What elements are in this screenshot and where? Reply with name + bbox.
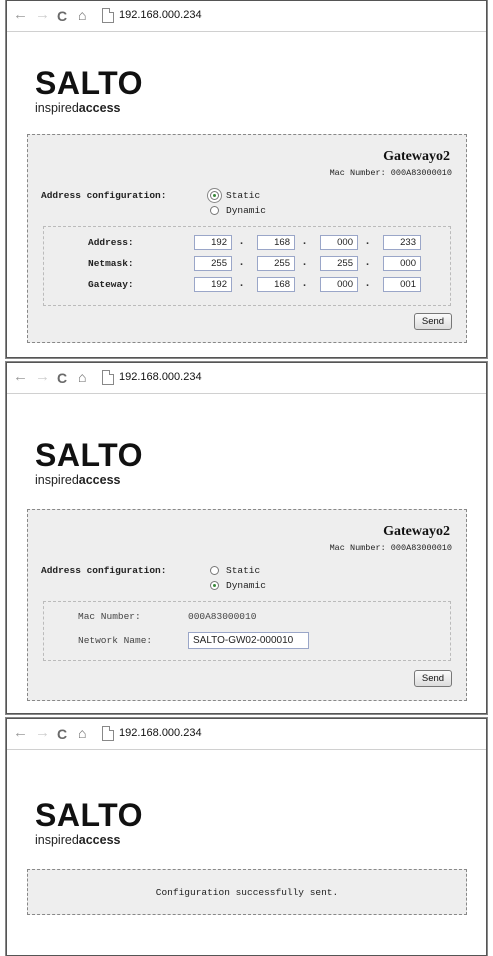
radio-dynamic[interactable]: Dynamic [210,580,266,591]
back-arrow-icon[interactable]: ← [13,724,28,742]
success-panel: Configuration successfully sent. [27,869,467,915]
gateway-octet-1[interactable]: 192 [194,277,232,292]
config-panel: Gatewayo2 Mac Number: 000A83000010 Addre… [27,134,467,343]
success-message: Configuration successfully sent. [155,886,339,898]
config-panel: Gatewayo2 Mac Number: 000A83000010 Addre… [27,509,467,701]
gateway-octet-4[interactable]: 001 [383,277,421,292]
radio-static[interactable]: Static [210,190,260,201]
netmask-octet-1[interactable]: 255 [194,256,232,271]
gateway-octet-3[interactable]: 000 [320,277,358,292]
netmask-octet-4[interactable]: 000 [383,256,421,271]
netmask-octet-3[interactable]: 255 [320,256,358,271]
logo-word: SALTO [35,65,143,101]
address-bar[interactable]: 192.168.000.234 [102,367,202,387]
browser-window-static: ← → C ⌂ 192.168.000.234 SALTO inspiredac… [6,0,487,358]
forward-arrow-icon[interactable]: → [35,6,50,24]
address-config-label: Address configuration: [41,565,167,576]
mac-number-line: Mac Number: 000A83000010 [329,168,452,178]
dot-separator: . [240,277,244,289]
send-button[interactable]: Send [414,670,452,687]
address-octet-4[interactable]: 233 [383,235,421,250]
dot-separator: . [366,235,370,247]
dot-separator: . [303,235,307,247]
network-name-input[interactable]: SALTO-GW02-000010 [188,632,309,649]
logo-tagline: inspiredaccess [35,833,121,847]
dynamic-fields-panel: Mac Number: 000A83000010 Network Name: S… [43,601,451,661]
salto-logo: SALTO inspiredaccess [35,67,143,115]
gateway-label: Gateway: [88,279,134,290]
address-bar[interactable]: 192.168.000.234 [102,5,202,25]
home-icon[interactable]: ⌂ [78,368,86,386]
browser-window-success: ← → C ⌂ 192.168.000.234 SALTO inspiredac… [6,718,487,956]
mac-number-value: 000A83000010 [188,611,257,622]
home-icon[interactable]: ⌂ [78,6,86,24]
back-arrow-icon[interactable]: ← [13,368,28,386]
address-config-label: Address configuration: [41,190,167,201]
home-icon[interactable]: ⌂ [78,724,86,742]
radio-dynamic-icon[interactable] [210,206,219,215]
salto-logo: SALTO inspiredaccess [35,799,143,847]
address-octet-3[interactable]: 000 [320,235,358,250]
browser-toolbar: ← → C ⌂ 192.168.000.234 [7,1,486,32]
forward-arrow-icon[interactable]: → [35,724,50,742]
send-button[interactable]: Send [414,313,452,330]
address-octet-2[interactable]: 168 [257,235,295,250]
dot-separator: . [366,256,370,268]
dot-separator: . [303,277,307,289]
radio-static-icon[interactable] [210,566,219,575]
gateway-octet-2[interactable]: 168 [257,277,295,292]
netmask-label: Netmask: [88,258,134,269]
radio-static-icon[interactable] [210,191,219,200]
mac-number-label: Mac Number: [78,611,141,622]
address-label: Address: [88,237,134,248]
address-octet-1[interactable]: 192 [194,235,232,250]
dot-separator: . [366,277,370,289]
salto-logo: SALTO inspiredaccess [35,439,143,487]
url-text: 192.168.000.234 [119,9,202,21]
dot-separator: . [303,256,307,268]
reload-icon[interactable]: C [57,725,67,743]
logo-word: SALTO [35,437,143,473]
gateway-title: Gatewayo2 [383,149,450,164]
static-fields-panel: Address: 192 . 168 . 000 . 233 Netmask: … [43,226,451,306]
radio-dynamic[interactable]: Dynamic [210,205,266,216]
dot-separator: . [240,256,244,268]
netmask-octet-2[interactable]: 255 [257,256,295,271]
radio-static[interactable]: Static [210,565,260,576]
back-arrow-icon[interactable]: ← [13,6,28,24]
reload-icon[interactable]: C [57,7,67,25]
page-icon [102,7,114,23]
radio-dynamic-icon[interactable] [210,581,219,590]
page-icon [102,725,114,741]
logo-tagline: inspiredaccess [35,101,121,115]
address-bar[interactable]: 192.168.000.234 [102,723,202,743]
mac-number-line: Mac Number: 000A83000010 [329,543,452,553]
url-text: 192.168.000.234 [119,371,202,383]
url-text: 192.168.000.234 [119,727,202,739]
page-icon [102,369,114,385]
reload-icon[interactable]: C [57,369,67,387]
forward-arrow-icon[interactable]: → [35,368,50,386]
gateway-title: Gatewayo2 [383,524,450,539]
network-name-label: Network Name: [78,635,153,646]
browser-window-dynamic: ← → C ⌂ 192.168.000.234 SALTO inspiredac… [6,362,487,714]
logo-word: SALTO [35,797,143,833]
logo-tagline: inspiredaccess [35,473,121,487]
dot-separator: . [240,235,244,247]
browser-toolbar: ← → C ⌂ 192.168.000.234 [7,363,486,394]
browser-toolbar: ← → C ⌂ 192.168.000.234 [7,719,486,750]
